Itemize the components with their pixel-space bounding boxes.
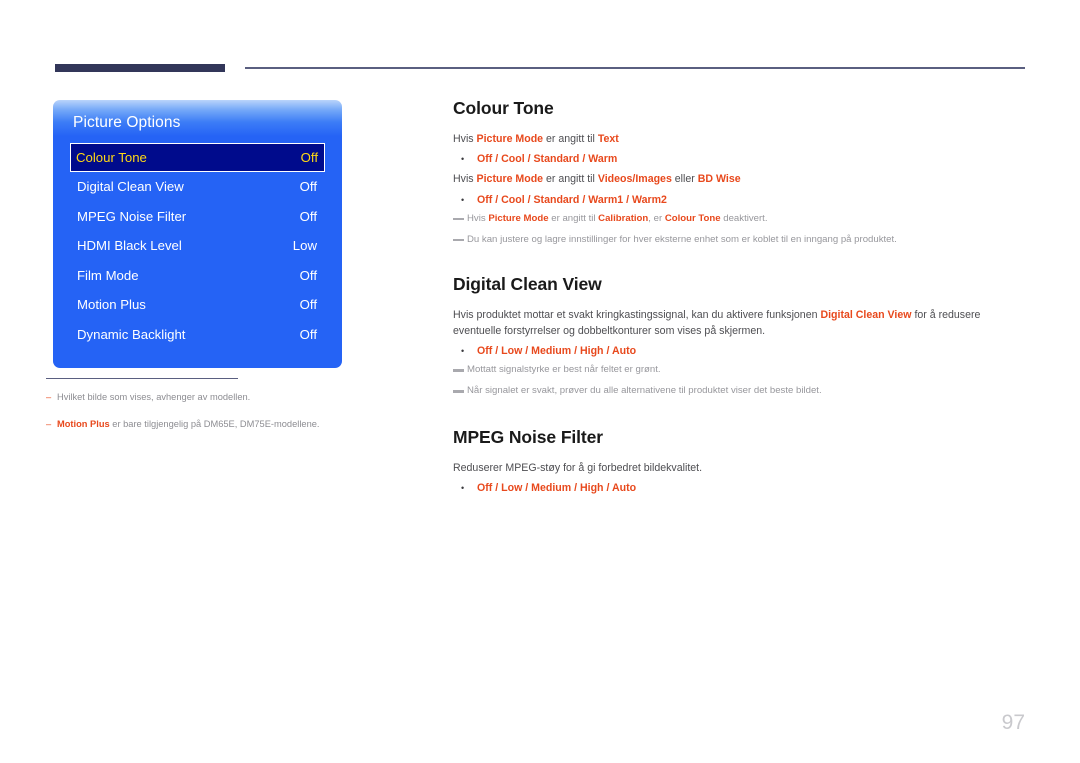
section-heading-mpeg-noise-filter: MPEG Noise Filter: [453, 427, 603, 448]
digital-clean-view-note-signal-strength: Mottatt signalstyrke er best når feltet …: [453, 363, 1028, 378]
osd-menu-item-dynamic-backlight[interactable]: Dynamic Backlight Off: [72, 320, 323, 350]
osd-item-label: Dynamic Backlight: [77, 326, 186, 342]
footnote-motion-plus-availability: – Motion Plus er bare tilgjengelig på DM…: [46, 418, 376, 432]
osd-menu-item-colour-tone[interactable]: Colour Tone Off: [70, 143, 325, 172]
text-highlight: Colour Tone: [664, 212, 721, 224]
osd-item-value: Off: [299, 208, 317, 224]
option-values: Off / Low / Medium / High / Auto: [477, 482, 637, 495]
text-highlight: Picture Mode: [488, 212, 549, 224]
option-list: Off / Cool / Standard / Warm1 / Warm2: [477, 194, 1028, 206]
mpeg-noise-filter-options-text: • Off / Low / Medium / High / Auto: [453, 482, 1028, 494]
colour-tone-condition-text: Hvis Picture Mode er angitt til Text: [453, 131, 1028, 147]
osd-menu-item-film-mode[interactable]: Film Mode Off: [72, 261, 323, 291]
osd-item-value: Off: [299, 267, 317, 283]
section-digital-clean-view: Digital Clean View Hvis produktet mottar…: [453, 274, 1028, 400]
osd-menu-list: Colour Tone Off Digital Clean View Off M…: [53, 143, 342, 349]
option-list: Off / Cool / Standard / Warm: [477, 153, 1028, 165]
option-values: Off / Cool / Standard / Warm: [477, 153, 618, 166]
colour-tone-condition-text-2: Hvis Picture Mode er angitt til Videos/I…: [453, 171, 1028, 187]
osd-item-label: Film Mode: [77, 267, 139, 283]
header-thick-rule: [55, 64, 225, 72]
footnote-separator-rule: [46, 378, 238, 380]
text-highlight: Picture Mode: [476, 173, 544, 186]
text-fragment: , er: [648, 212, 665, 224]
section-mpeg-noise-filter: MPEG Noise Filter Reduserer MPEG-støy fo…: [453, 427, 1028, 494]
option-values: Off / Low / Medium / High / Auto: [477, 345, 637, 358]
osd-item-value: Low: [292, 238, 317, 254]
bullet-icon: •: [461, 154, 465, 165]
digital-clean-view-body-text: Hvis produktet mottar et svakt kringkast…: [453, 307, 1028, 340]
osd-item-value: Off: [299, 297, 317, 313]
note-dash-icon: [453, 390, 464, 393]
osd-item-value: Off: [299, 326, 317, 342]
colour-tone-note-external-device: Du kan justere og lagre innstillinger fo…: [453, 233, 1028, 248]
osd-menu-item-mpeg-noise-filter[interactable]: MPEG Noise Filter Off: [72, 202, 323, 232]
section-heading-digital-clean-view: Digital Clean View: [453, 273, 602, 294]
colour-tone-note-calibration: Hvis Picture Mode er angitt til Calibrat…: [453, 212, 1028, 227]
note-dash-icon: [453, 217, 464, 221]
text-fragment: er angitt til: [543, 173, 598, 186]
page-header-rules: [0, 0, 1080, 90]
osd-item-label: Digital Clean View: [77, 179, 184, 195]
text-fragment: Hvis: [453, 173, 477, 186]
text-highlight: Picture Mode: [476, 133, 544, 145]
bullet-icon: •: [461, 194, 465, 205]
text-fragment: deaktivert.: [720, 212, 768, 224]
note-text: Du kan justere og lagre innstillinger fo…: [467, 233, 897, 245]
osd-item-label: MPEG Noise Filter: [77, 208, 187, 224]
footnote-model-dependent: – Hvilket bilde som vises, avhenger av m…: [46, 391, 376, 405]
note-text: Mottatt signalstyrke er best når feltet …: [467, 364, 661, 376]
left-column-footnotes: – Hvilket bilde som vises, avhenger av m…: [46, 378, 376, 445]
colour-tone-options-text-2: • Off / Cool / Standard / Warm1 / Warm2: [453, 194, 1028, 206]
main-content: Colour Tone Hvis Picture Mode er angitt …: [453, 98, 1028, 500]
text-fragment: er angitt til: [543, 133, 598, 145]
text-highlight: Digital Clean View: [820, 308, 912, 321]
option-list: Off / Low / Medium / High / Auto: [477, 482, 1028, 494]
section-colour-tone: Colour Tone Hvis Picture Mode er angitt …: [453, 98, 1028, 248]
footnote-text: Motion Plus er bare tilgjengelig på DM65…: [57, 418, 376, 432]
text-fragment: Hvis: [467, 212, 489, 224]
text-highlight: Videos/Images: [597, 173, 672, 186]
option-list: Off / Low / Medium / High / Auto: [477, 345, 1028, 357]
mpeg-noise-filter-body-text: Reduserer MPEG-støy for å gi forbedret b…: [453, 462, 703, 475]
note-dash-icon: [453, 369, 464, 372]
text-fragment: er angitt til: [548, 212, 599, 224]
osd-menu-item-motion-plus[interactable]: Motion Plus Off: [72, 290, 323, 320]
osd-item-label: Motion Plus: [77, 297, 146, 313]
digital-clean-view-note-weak-signal: Når signalet er svakt, prøver du alle al…: [453, 384, 1028, 399]
header-thin-rule: [245, 67, 1025, 69]
osd-item-value: Off: [299, 179, 317, 195]
footnote-text-rest: er bare tilgjengelig på DM65E, DM75E-mod…: [109, 419, 320, 430]
note-text: Hvis Picture Mode er angitt til Calibrat…: [467, 212, 1028, 227]
bullet-icon: •: [461, 483, 465, 494]
option-values: Off / Cool / Standard / Warm1 / Warm2: [477, 193, 667, 206]
text-fragment: Hvis: [453, 133, 477, 145]
footnote-dash-icon: –: [46, 419, 52, 430]
text-fragment: eller: [671, 173, 698, 186]
footnote-text: Hvilket bilde som vises, avhenger av mod…: [57, 392, 251, 403]
note-text: Når signalet er svakt, prøver du alle al…: [467, 385, 822, 397]
osd-item-label: HDMI Black Level: [77, 238, 182, 254]
osd-item-label: Colour Tone: [76, 150, 147, 165]
page-number: 97: [1001, 711, 1025, 734]
osd-menu-panel: Picture Options Colour Tone Off Digital …: [53, 100, 342, 368]
text-highlight: Text: [597, 133, 619, 145]
digital-clean-view-options-text: • Off / Low / Medium / High / Auto: [453, 345, 1028, 357]
osd-menu-item-hdmi-black-level[interactable]: HDMI Black Level Low: [72, 231, 323, 261]
colour-tone-options-text: • Off / Cool / Standard / Warm: [453, 153, 1028, 165]
footnote-dash-icon: –: [46, 392, 52, 403]
osd-menu-title: Picture Options: [73, 114, 181, 131]
osd-item-value: Off: [300, 150, 318, 165]
text-highlight: Calibration: [598, 212, 649, 224]
text-highlight: BD Wise: [697, 173, 741, 186]
note-dash-icon: [453, 238, 464, 242]
text-fragment: Hvis produktet mottar et svakt kringkast…: [453, 308, 821, 321]
footnote-highlight: Motion Plus: [57, 419, 110, 430]
osd-menu-item-digital-clean-view[interactable]: Digital Clean View Off: [72, 172, 323, 202]
bullet-icon: •: [461, 346, 465, 357]
section-heading-colour-tone: Colour Tone: [453, 98, 554, 118]
